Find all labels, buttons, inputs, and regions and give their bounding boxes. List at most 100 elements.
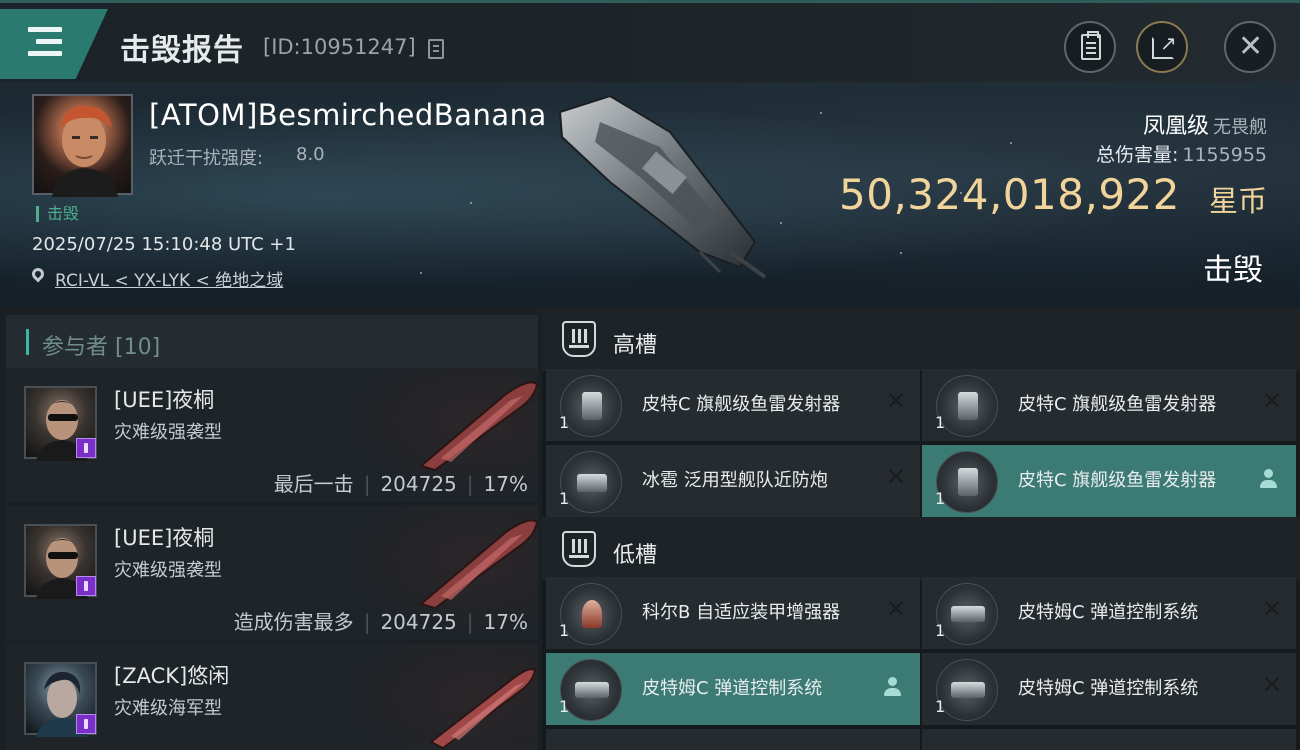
participant-ship-image — [418, 381, 539, 472]
close-button[interactable]: ✕ — [1224, 21, 1276, 73]
module-name: 皮特姆C 弹道控制系统 — [1018, 602, 1199, 623]
low-slot-header: 低槽 — [542, 517, 1300, 581]
remove-x-icon: ✕ — [1261, 387, 1282, 415]
menu-icon — [28, 27, 62, 32]
high-slot-label: 高槽 — [613, 333, 658, 358]
armor-hardener-icon — [560, 583, 622, 645]
user-icon — [884, 677, 901, 697]
module-quantity: 1 — [559, 489, 570, 508]
menu-button[interactable] — [0, 9, 108, 79]
kill-timestamp: 2025/07/25 15:10:48 UTC +1 — [32, 234, 296, 255]
module-quantity: 1 — [559, 413, 570, 432]
remove-x-icon: ✕ — [885, 463, 906, 491]
participants-title: 参与者 [10] — [42, 335, 161, 360]
isk-unit: 星币 — [1208, 184, 1267, 218]
copy-icon[interactable] — [428, 39, 444, 59]
high-slot-header: 高槽 — [542, 307, 1300, 371]
module-quantity: 1 — [935, 489, 946, 508]
participant-row[interactable]: [UEE]夜桐 灾难级强袭型 最后一击 | 204725 | 17% — [6, 368, 539, 502]
participant-row[interactable]: [UEE]夜桐 灾难级强袭型 造成伤害最多 | 204725 | 17% — [6, 506, 539, 640]
ballistic-control-icon — [936, 583, 998, 645]
share-arrow: ↗ — [1160, 31, 1177, 55]
module-quantity: 1 — [559, 621, 570, 640]
participant-ship: 灾难级强袭型 — [114, 422, 222, 443]
module-quantity: 1 — [935, 621, 946, 640]
participant-percent: 17% — [483, 472, 528, 496]
victim-name[interactable]: [ATOM]BesmirchedBanana — [149, 98, 547, 132]
module-quantity: 1 — [935, 413, 946, 432]
total-damage-label: 总伤害量: — [1095, 144, 1179, 166]
ballistic-control-icon — [936, 659, 998, 721]
menu-icon-bar — [36, 39, 62, 44]
module-slot-partial[interactable] — [922, 729, 1296, 750]
ballistic-control-icon — [560, 659, 622, 721]
participant-damage: 204725 — [380, 610, 457, 634]
module-slot[interactable]: 1 皮特C 旗舰级鱼雷发射器 ✕ — [922, 369, 1296, 441]
participant-row[interactable]: [ZACK]悠闲 灾难级海军型 — [6, 644, 538, 750]
remove-x-icon: ✕ — [885, 595, 906, 623]
participant-damage: 204725 — [380, 472, 457, 496]
status-badge: 击毁 — [36, 206, 79, 222]
module-name: 皮特C 旗舰级鱼雷发射器 — [1018, 394, 1217, 415]
module-slot[interactable]: 1 皮特C 旗舰级鱼雷发射器 ✕ — [546, 369, 920, 441]
victim-ship-image — [558, 94, 767, 279]
participant-ship-image — [418, 519, 539, 610]
module-slot[interactable]: 1 皮特姆C 弹道控制系统 — [546, 653, 920, 725]
point-defense-icon — [560, 451, 622, 513]
participant-role: 造成伤害最多 — [233, 610, 354, 634]
header-accent — [26, 329, 29, 355]
menu-icon-bar — [28, 51, 62, 56]
module-quantity: 1 — [935, 697, 946, 716]
participant-percent: 17% — [483, 610, 528, 634]
module-slot[interactable]: 1 冰雹 泛用型舰队近防炮 ✕ — [546, 445, 920, 517]
location-pin-icon — [29, 265, 47, 283]
corp-badge-icon — [76, 438, 96, 458]
participants-panel: 参与者 [10] [UEE]夜桐 灾难级强袭型 最后一击 | 204725 | 17% — [0, 307, 542, 750]
module-name: 皮特C 旗舰级鱼雷发射器 — [1018, 470, 1217, 491]
module-slot[interactable]: 1 皮特C 旗舰级鱼雷发射器 — [922, 445, 1296, 517]
ship-class-name: 凤凰级 — [1142, 114, 1209, 139]
ship-type: 无畏舰 — [1213, 117, 1267, 138]
remove-x-icon: ✕ — [885, 387, 906, 415]
module-slot[interactable]: 1 皮特姆C 弹道控制系统 ✕ — [922, 653, 1296, 725]
total-damage-value: 1155955 — [1182, 144, 1267, 166]
low-slot-icon — [562, 531, 596, 567]
report-id: [ID:10951247] — [263, 35, 416, 59]
torpedo-launcher-icon — [936, 375, 998, 437]
close-icon: ✕ — [1238, 29, 1264, 64]
total-damage: 总伤害量: 1155955 — [1096, 140, 1267, 167]
module-name: 皮特C 旗舰级鱼雷发射器 — [642, 394, 841, 415]
module-name: 皮特姆C 弹道控制系统 — [1018, 678, 1199, 699]
participant-ship-image — [429, 668, 537, 750]
participant-stats: 造成伤害最多 | 204725 | 17% — [233, 610, 528, 634]
page-title: 击毁报告 — [120, 33, 244, 68]
isk-value: 50,324,018,922 — [839, 170, 1180, 219]
participant-ship: 灾难级强袭型 — [114, 560, 222, 581]
module-quantity: 1 — [559, 697, 570, 716]
location-link[interactable]: RCI-VL < YX-LYK < 绝地之域 — [55, 266, 283, 291]
remove-x-icon: ✕ — [1261, 595, 1282, 623]
share-button[interactable]: ↗ — [1136, 21, 1188, 73]
module-name: 皮特姆C 弹道控制系统 — [642, 678, 823, 699]
kill-state: 击毁 — [1203, 253, 1263, 288]
module-slot-partial[interactable] — [546, 729, 920, 750]
title-bar: 击毁报告 [ID:10951247] ↗ ✕ — [0, 0, 1300, 82]
module-name: 科尔B 自适应装甲增强器 — [642, 602, 841, 623]
module-slot[interactable]: 1 科尔B 自适应装甲增强器 ✕ — [546, 577, 920, 649]
warp-scram-value: 8.0 — [296, 144, 325, 165]
participant-ship: 灾难级海军型 — [114, 698, 222, 719]
participant-name[interactable]: [ZACK]悠闲 — [114, 660, 229, 690]
fitting-panel: 高槽 1 皮特C 旗舰级鱼雷发射器 ✕ 1 皮特C 旗舰级鱼雷发射器 ✕ 1 冰… — [542, 307, 1300, 750]
participant-stats: 最后一击 | 204725 | 17% — [273, 472, 528, 496]
victim-header: [ATOM]BesmirchedBanana 跃迁干扰强度: 8.0 击毁 20… — [0, 82, 1300, 307]
participant-role: 最后一击 — [273, 472, 354, 496]
corp-badge-icon — [76, 576, 96, 596]
clipboard-button[interactable] — [1064, 21, 1116, 73]
victim-portrait[interactable] — [32, 94, 133, 197]
participant-name[interactable]: [UEE]夜桐 — [114, 522, 214, 552]
participants-header: 参与者 [10] — [6, 315, 538, 371]
torpedo-launcher-icon — [560, 375, 622, 437]
low-slot-label: 低槽 — [613, 543, 658, 568]
participant-name[interactable]: [UEE]夜桐 — [114, 384, 214, 414]
module-slot[interactable]: 1 皮特姆C 弹道控制系统 ✕ — [922, 577, 1296, 649]
